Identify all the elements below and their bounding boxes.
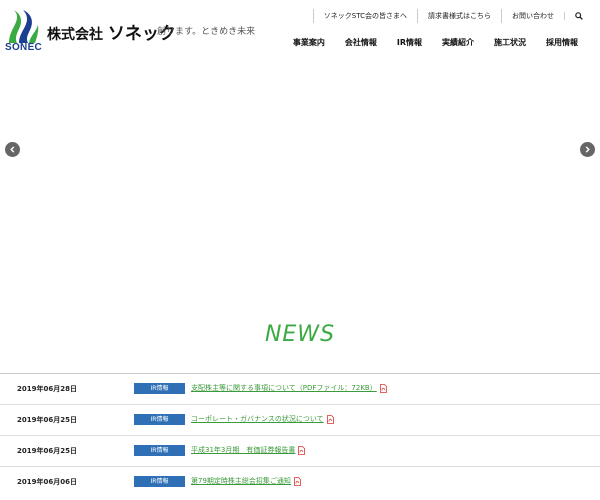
news-link-text: 平成31年3月期 有価証券報告書 [191,446,296,454]
news-list: 2019年06月28日 IR情報 支配株主等に関する事項について（PDFファイル… [0,373,600,497]
utility-links: ソネックSTC会の皆さまへ 請求書様式はこちら お問い合わせ [312,8,583,24]
logo-text: SONEC [5,42,43,53]
news-link[interactable]: 支配株主等に関する事項について（PDFファイル：72KB） [191,383,387,393]
tagline: 創ります。ときめき未来 [157,27,256,37]
site-header: SONEC 株式会社 ソネック 創ります。ときめき未来 ソネックSTC会の皆さま… [0,0,600,62]
nav-company[interactable]: 会社情報 [345,37,377,48]
chevron-right-icon [585,146,590,153]
news-link[interactable]: 第79期定時株主総会招集ご通知 [191,476,301,486]
pdf-icon [294,476,301,486]
news-item: 2019年06月25日 IR情報 平成31年3月期 有価証券報告書 [0,435,600,466]
news-link-text: 第79期定時株主総会招集ご通知 [191,477,291,485]
news-link-text: コーポレート・ガバナンスの状況について [191,415,324,423]
news-date: 2019年06月25日 [17,416,77,424]
search-button[interactable] [564,12,583,20]
news-category-badge: IR情報 [134,476,185,487]
news-category-badge: IR情報 [134,445,185,456]
util-link-stc[interactable]: ソネックSTC会の皆さまへ [312,9,417,23]
slider-prev-button[interactable] [5,142,20,157]
news-link-text: 支配株主等に関する事項について（PDFファイル：72KB） [191,384,377,392]
main-nav: 事業案内 会社情報 IR情報 実績紹介 施工状況 採用情報 [273,37,578,48]
nav-construction[interactable]: 施工状況 [494,37,526,48]
slider-next-button[interactable] [580,142,595,157]
news-date: 2019年06月25日 [17,447,77,455]
news-item: 2019年06月28日 IR情報 支配株主等に関する事項について（PDFファイル… [0,373,600,404]
news-item: 2019年06月06日 IR情報 第79期定時株主総会招集ご通知 [0,466,600,497]
news-heading: NEWS [264,322,336,347]
hero-slider [0,62,600,320]
news-link[interactable]: コーポレート・ガバナンスの状況について [191,414,334,424]
company-prefix: 株式会社 [47,27,103,43]
pdf-icon [379,383,387,393]
nav-ir[interactable]: IR情報 [397,37,422,48]
nav-works[interactable]: 実績紹介 [442,37,474,48]
util-link-invoice[interactable]: 請求書様式はこちら [417,9,501,23]
util-link-contact[interactable]: お問い合わせ [501,9,564,23]
nav-recruit[interactable]: 採用情報 [546,37,578,48]
search-icon [575,12,583,20]
news-category-badge: IR情報 [134,383,185,394]
sonec-logo-icon[interactable] [5,9,41,45]
chevron-left-icon [10,146,15,153]
pdf-icon [326,414,334,424]
news-link[interactable]: 平成31年3月期 有価証券報告書 [191,445,306,455]
pdf-icon [298,445,306,455]
news-date: 2019年06月06日 [17,478,77,486]
news-date: 2019年06月28日 [17,385,77,393]
news-item: 2019年06月25日 IR情報 コーポレート・ガバナンスの状況について [0,404,600,435]
nav-business[interactable]: 事業案内 [293,37,325,48]
news-category-badge: IR情報 [134,414,185,425]
